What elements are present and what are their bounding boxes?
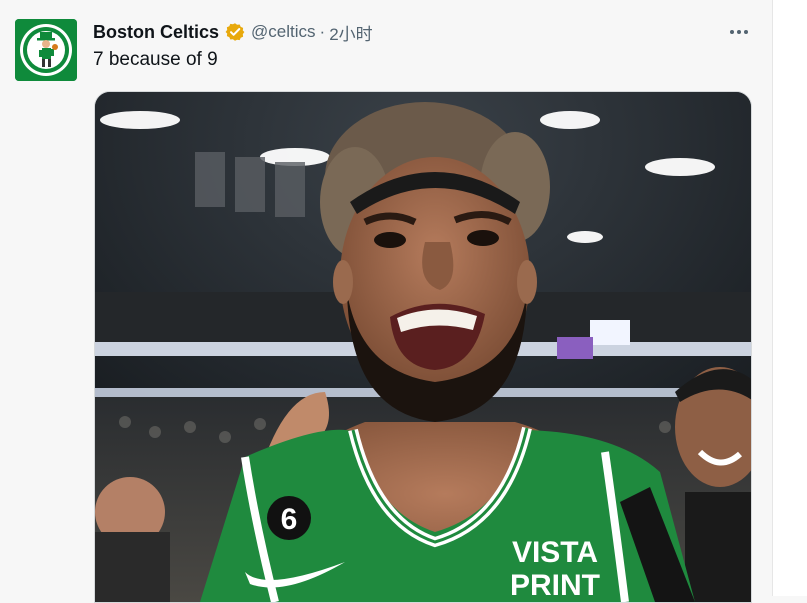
- celtics-logo-icon: [15, 19, 77, 81]
- tweet-header: Boston Celtics @celtics · 2小时: [93, 20, 373, 44]
- tweet-photo[interactable]: 6 VISTA PRINT: [94, 91, 752, 603]
- tweet-text: 7 because of 9: [93, 49, 218, 70]
- right-rail: [772, 0, 807, 596]
- author-name[interactable]: Boston Celtics: [93, 22, 219, 43]
- author-handle[interactable]: @celtics: [251, 22, 316, 42]
- verified-badge-icon: [225, 22, 245, 42]
- jersey-number: 6: [281, 503, 298, 536]
- tweet-timestamp[interactable]: 2小时: [329, 20, 372, 45]
- more-horizontal-icon: [730, 30, 748, 34]
- jersey-sponsor-line1: VISTA: [512, 536, 598, 569]
- jersey-sponsor-line2: PRINT: [510, 569, 600, 602]
- avatar[interactable]: [15, 19, 77, 81]
- more-options-button[interactable]: [724, 20, 754, 44]
- player-celebration-image: 6 VISTA PRINT: [95, 92, 751, 602]
- tweet-card: Boston Celtics @celtics · 2小时 7 because …: [0, 0, 772, 603]
- separator-dot: ·: [319, 22, 326, 41]
